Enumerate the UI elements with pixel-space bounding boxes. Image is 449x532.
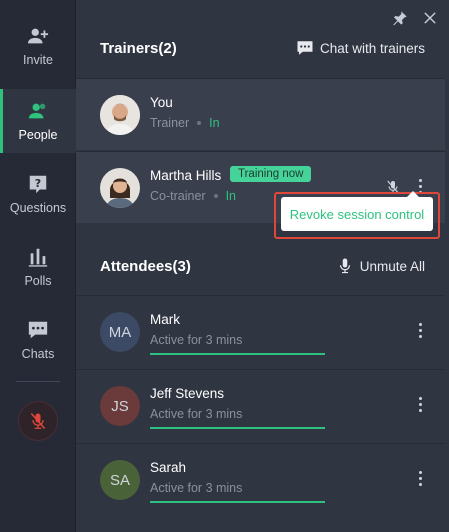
chat-icon [28,321,48,339]
unmute-all-label: Unmute All [359,258,425,274]
sidebar-item-label: Questions [9,201,67,215]
sidebar: Invite People ? Questions Polls Chats [0,0,76,532]
polls-icon [28,248,48,267]
chat-with-trainers-button[interactable]: Chat with trainers [296,39,425,57]
trainer-status: In [209,116,220,130]
sidebar-item-people[interactable]: People [0,89,76,153]
sidebar-item-label: Chats [21,347,55,361]
attendees-title: Attendees(3) [100,257,191,275]
avatar [100,95,140,135]
more-options-button[interactable] [413,392,427,416]
activity-bar [150,501,325,503]
avatar [100,168,140,208]
people-panel: Trainers(2) Chat with trainers You Train… [76,0,449,532]
trainer-meta: Trainer In [150,116,220,130]
attendee-row: MA Mark Active for 3 mins [76,295,445,367]
trainers-header: Trainers(2) Chat with trainers [100,34,425,62]
trainer-role: Co-trainer [150,189,206,203]
trainer-status: In [225,189,237,203]
training-now-badge: Training now [230,166,312,182]
sidebar-item-chats[interactable]: Chats [0,308,76,372]
trainer-meta: Co-trainer In [150,189,236,203]
trainer-row: You Trainer In [76,78,445,150]
sidebar-item-label: People [18,128,58,142]
chat-icon [297,41,313,55]
pin-icon [393,11,407,26]
chat-with-trainers-label: Chat with trainers [319,40,425,56]
avatar: SA [100,460,140,500]
unmute-all-button[interactable]: Unmute All [336,257,425,275]
attendee-activity: Active for 3 mins [150,407,243,421]
attendees-header: Attendees(3) Unmute All [100,252,425,280]
attendee-name: Sarah [150,460,187,475]
mic-icon [339,258,350,274]
people-icon [28,103,46,119]
attendee-activity: Active for 3 mins [150,333,243,347]
more-options-button[interactable] [413,318,427,342]
question-icon: ? [29,175,47,194]
svg-text:?: ? [35,177,41,190]
add-user-icon [27,28,49,44]
avatar: JS [100,386,140,426]
mic-toggle-button[interactable] [18,401,58,441]
attendee-row: JS Jeff Stevens Active for 3 mins [76,369,445,441]
sidebar-item-questions[interactable]: ? Questions [0,162,76,226]
pin-button[interactable] [390,8,410,28]
activity-bar [150,353,325,355]
mic-muted-icon [30,413,46,429]
trainer-name: Martha Hills [150,168,222,183]
avatar: MA [100,312,140,352]
sidebar-item-polls[interactable]: Polls [0,235,76,299]
sidebar-item-invite[interactable]: Invite [0,14,76,78]
attendee-name: Jeff Stevens [150,386,225,401]
activity-bar [150,427,325,429]
separator-dot [213,194,218,198]
trainers-title: Trainers(2) [100,39,177,57]
revoke-session-control-button[interactable]: Revoke session control [281,191,433,231]
close-button[interactable] [420,8,440,28]
sidebar-divider [16,381,60,382]
attendee-activity: Active for 3 mins [150,481,243,495]
sidebar-item-label: Invite [23,53,53,67]
trainer-role: Trainer [150,116,190,130]
attendee-row: SA Sarah Active for 3 mins [76,443,445,515]
separator-dot [197,121,202,125]
attendee-name: Mark [150,312,180,327]
close-icon [424,12,436,24]
more-options-button[interactable] [413,466,427,490]
trainer-name: You [150,95,173,110]
sidebar-item-label: Polls [24,274,52,288]
